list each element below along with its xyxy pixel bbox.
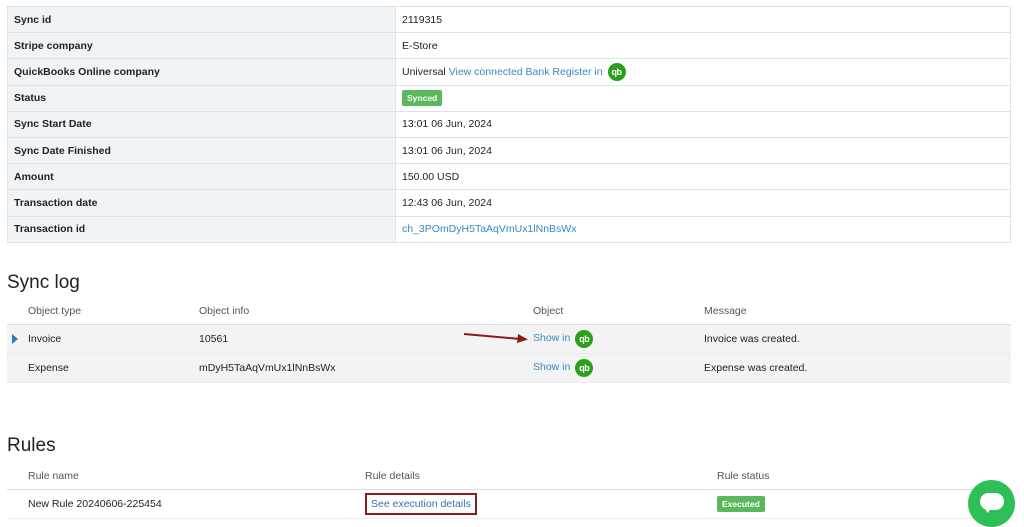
sync-log-header-row: Object type Object info Object Message [7,298,1011,325]
detail-value-cell: Synced [395,84,1011,112]
detail-row-sync-finished: Sync Date Finished 13:01 06 Jun, 2024 [7,136,1011,165]
spacer-cell [7,489,28,519]
expand-cell[interactable] [7,324,28,354]
object-cell: Show in qb [533,324,704,354]
rule-name-cell: New Rule 20240606-225454 [28,489,365,519]
table-row: New Rule 20240606-225454 See execution d… [7,489,1011,519]
detail-row-transaction-id: Transaction id ch_3POmDyH5TaAqVmUx1lNnBs… [7,215,1011,243]
quickbooks-icon[interactable]: qb [607,62,626,81]
status-badge: Executed [717,495,765,512]
detail-label: QuickBooks Online company [7,58,396,86]
detail-row-status: Status Synced [7,84,1011,112]
table-row[interactable]: Expense mDyH5TaAqVmUx1lNnBsWx Show in qb… [7,353,1011,383]
column-header-rule-status: Rule status [717,463,1011,490]
detail-label: Amount [7,163,396,191]
transaction-id-link[interactable]: ch_3POmDyH5TaAqVmUx1lNnBsWx [402,223,576,235]
detail-row-stripe-company: Stripe company E-Store [7,32,1011,60]
quickbooks-icon[interactable]: qb [575,329,594,348]
column-header-object: Object [533,298,704,325]
detail-row-sync-start: Sync Start Date 13:01 06 Jun, 2024 [7,110,1011,138]
detail-label: Sync id [7,5,396,34]
detail-value: 2119315 [395,5,1011,34]
expand-column-header [7,298,28,325]
link-label: Show in [533,361,571,374]
detail-value: 12:43 06 Jun, 2024 [395,189,1011,217]
detail-label: Sync Start Date [7,110,396,138]
chat-bubble-tail [983,507,991,513]
detail-label: Transaction id [7,215,396,243]
detail-label: Sync Date Finished [7,136,396,165]
column-header-rule-details: Rule details [365,463,717,490]
quickbooks-icon[interactable]: qb [575,358,594,377]
detail-value-cell: Universal View connected Bank Register i… [395,58,1011,86]
column-header-object-type: Object type [28,298,199,325]
spacer-header [7,463,28,490]
detail-label: Status [7,84,396,112]
message-cell: Expense was created. [704,353,1011,383]
show-in-quickbooks-link[interactable]: Show in qb [533,329,594,348]
link-label: Show in [533,332,571,345]
view-bank-register-link[interactable]: View connected Bank Register in qb [448,62,626,81]
sync-log-heading: Sync log [7,272,80,293]
expand-cell [7,353,28,383]
rules-header-row: Rule name Rule details Rule status [7,463,1011,490]
column-header-object-info: Object info [199,298,533,325]
detail-value: 13:01 06 Jun, 2024 [395,136,1011,165]
see-execution-details-link[interactable]: See execution details [365,492,477,515]
message-cell: Invoice was created. [704,324,1011,354]
annotation-arrow-icon [463,333,528,343]
detail-value: 13:01 06 Jun, 2024 [395,110,1011,138]
detail-row-amount: Amount 150.00 USD [7,163,1011,191]
chat-button[interactable] [968,480,1015,527]
detail-value: 150.00 USD [395,163,1011,191]
rule-status-cell: Executed [717,489,1011,519]
object-type-cell: Invoice [28,324,199,354]
detail-row-qbo-company: QuickBooks Online company Universal View… [7,58,1011,86]
status-badge: Synced [402,90,443,107]
object-type-cell: Expense [28,353,199,383]
column-header-message: Message [704,298,1011,325]
detail-label: Stripe company [7,32,396,60]
object-cell: Show in qb [533,353,704,383]
detail-label: Transaction date [7,189,396,217]
rules-table: Rule name Rule details Rule status New R… [7,463,1011,519]
column-header-rule-name: Rule name [28,463,365,490]
detail-row-transaction-date: Transaction date 12:43 06 Jun, 2024 [7,189,1011,217]
caret-right-icon[interactable] [12,333,18,344]
sync-details-table: Sync id 2119315 Stripe company E-Store Q… [7,5,1011,243]
detail-value: E-Store [395,32,1011,60]
rules-heading: Rules [7,435,56,456]
detail-value-cell: ch_3POmDyH5TaAqVmUx1lNnBsWx [395,215,1011,243]
show-in-quickbooks-link[interactable]: Show in qb [533,358,594,377]
link-label: View connected Bank Register in [448,65,603,78]
object-info-cell: mDyH5TaAqVmUx1lNnBsWx [199,353,533,383]
rule-details-cell: See execution details [365,489,717,519]
detail-row-sync-id: Sync id 2119315 [7,5,1011,34]
detail-value: Universal [402,65,446,78]
